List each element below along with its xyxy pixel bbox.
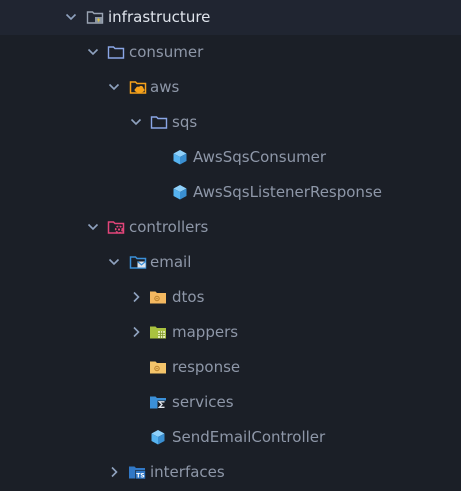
tree-item-mappers[interactable]: mappers <box>0 315 461 350</box>
chevron-down-icon[interactable] <box>64 10 78 24</box>
tree-item-label: AwsSqsConsumer <box>193 148 327 166</box>
chevron-down-icon[interactable] <box>129 115 143 129</box>
response-folder-icon <box>150 361 166 374</box>
chevron-right-icon[interactable] <box>107 465 121 479</box>
services-folder-icon <box>150 396 166 409</box>
tree-item-interfaces[interactable]: TS interfaces <box>0 455 461 490</box>
tree-item-label: consumer <box>129 43 204 61</box>
tree-item-awssqslistenerresponse[interactable]: AwsSqsListenerResponse <box>0 175 461 210</box>
tree-item-consumer[interactable]: consumer <box>0 35 461 70</box>
chevron-down-icon[interactable] <box>107 255 121 269</box>
chevron-down-icon[interactable] <box>107 80 121 94</box>
tree-item-dtos[interactable]: dtos <box>0 280 461 315</box>
class-cube-icon <box>173 150 187 165</box>
folder-icon <box>107 46 125 59</box>
typescript-folder-icon: TS <box>129 466 146 479</box>
tree-item-sendemailcontroller[interactable]: SendEmailController <box>0 420 461 455</box>
class-cube-icon <box>151 430 165 445</box>
class-cube-icon <box>173 185 187 200</box>
tree-item-services[interactable]: services <box>0 385 461 420</box>
folder-icon <box>150 116 168 129</box>
file-explorer-tree: infrastructure consumer aws sqs AwsSqsCo… <box>0 0 461 491</box>
tree-item-response[interactable]: response <box>0 350 461 385</box>
email-folder-icon <box>129 256 147 269</box>
tree-item-awssqsconsumer[interactable]: AwsSqsConsumer <box>0 140 461 175</box>
mappers-folder-icon <box>150 326 166 339</box>
tree-item-label: AwsSqsListenerResponse <box>193 183 382 201</box>
tree-item-label: mappers <box>172 323 239 341</box>
infrastructure-folder-icon <box>86 11 104 24</box>
svg-text:TS: TS <box>136 472 144 479</box>
tree-item-sqs[interactable]: sqs <box>0 105 461 140</box>
aws-folder-icon <box>129 81 147 94</box>
tree-item-label: SendEmailController <box>172 428 326 446</box>
tree-item-label: sqs <box>172 113 198 131</box>
tree-item-label: response <box>172 358 241 376</box>
tree-item-infrastructure[interactable]: infrastructure <box>0 0 461 35</box>
chevron-right-icon[interactable] <box>129 290 143 304</box>
tree-item-label: controllers <box>129 218 209 236</box>
controllers-folder-icon <box>107 221 125 234</box>
tree-item-label: services <box>172 393 234 411</box>
tree-item-label: dtos <box>172 288 205 306</box>
tree-item-controllers[interactable]: controllers <box>0 210 461 245</box>
tree-item-aws[interactable]: aws <box>0 70 461 105</box>
chevron-down-icon[interactable] <box>86 220 100 234</box>
dtos-folder-icon <box>150 291 166 304</box>
tree-item-label: email <box>150 253 192 271</box>
chevron-down-icon[interactable] <box>86 45 100 59</box>
tree-item-label: aws <box>150 78 180 96</box>
tree-item-label: interfaces <box>150 463 225 481</box>
tree-item-label: infrastructure <box>108 8 211 26</box>
tree-item-email[interactable]: email <box>0 245 461 280</box>
chevron-right-icon[interactable] <box>129 325 143 339</box>
